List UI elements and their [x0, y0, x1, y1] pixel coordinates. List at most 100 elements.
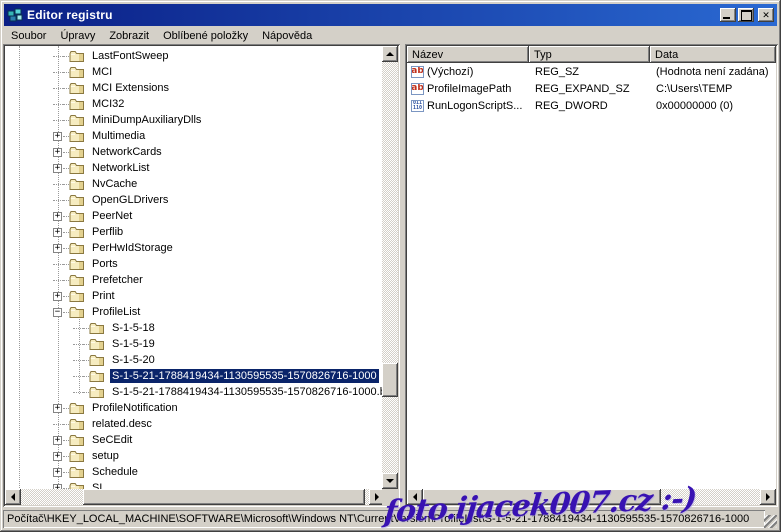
tree-item[interactable]: MiniDumpAuxiliaryDlls — [5, 112, 385, 128]
expand-toggle[interactable]: + — [53, 452, 62, 461]
tree-item-label: S-1-5-20 — [110, 353, 157, 367]
minimize-button[interactable] — [720, 8, 736, 22]
expand-toggle[interactable]: + — [53, 468, 62, 477]
value-type: REG_SZ — [529, 66, 650, 78]
tree-item[interactable]: +Print — [5, 288, 385, 304]
folder-icon — [69, 274, 85, 287]
folder-icon — [69, 210, 85, 223]
tree-item[interactable]: MCI Extensions — [5, 80, 385, 96]
tree-item[interactable]: S-1-5-19 — [5, 336, 385, 352]
expand-toggle[interactable]: + — [53, 148, 62, 157]
tree-item-label: Multimedia — [90, 129, 147, 143]
scroll-up-button[interactable] — [382, 46, 398, 62]
titlebar[interactable]: Editor registru — [4, 4, 777, 26]
folder-icon — [69, 194, 85, 207]
folder-icon — [69, 466, 85, 479]
expand-toggle[interactable]: + — [53, 404, 62, 413]
maximize-button[interactable] — [738, 8, 754, 22]
expand-toggle[interactable]: + — [53, 436, 62, 445]
dword-value-icon: 011110 — [411, 100, 424, 112]
arrow-up-icon — [386, 52, 394, 56]
tree-item[interactable]: + Schedule — [5, 464, 385, 480]
value-row[interactable]: abProfileImagePathREG_EXPAND_SZC:\Users\… — [407, 80, 776, 97]
scroll-right-button[interactable] — [760, 489, 776, 505]
tree-item[interactable]: +ProfileNotification — [5, 400, 385, 416]
expand-toggle[interactable]: + — [53, 132, 62, 141]
collapse-toggle[interactable]: − — [53, 308, 62, 317]
tree: LastFontSweepMCIMCI ExtensionsMCI32MiniD… — [5, 46, 385, 489]
tree-item-label: PeerNet — [90, 209, 134, 223]
scroll-left-button[interactable] — [5, 489, 21, 505]
tree-item[interactable]: S-1-5-21-1788419434-1130595535-157082671… — [5, 368, 385, 384]
tree-item[interactable]: MCI32 — [5, 96, 385, 112]
menu-soubor[interactable]: Soubor — [4, 28, 53, 44]
column-header-nazev[interactable]: Název — [407, 46, 529, 63]
folder-icon — [69, 306, 85, 319]
tree-item-label: ProfileList — [90, 305, 142, 319]
column-header-data[interactable]: Data — [650, 46, 776, 63]
tree-item[interactable]: LastFontSweep — [5, 48, 385, 64]
tree-item[interactable]: Prefetcher — [5, 272, 385, 288]
tree-item[interactable]: + Perflib — [5, 224, 385, 240]
value-data: C:\Users\TEMP — [650, 83, 776, 95]
tree-item-label: Schedule — [90, 465, 140, 479]
value-row[interactable]: 011110RunLogonScriptS...REG_DWORD0x00000… — [407, 97, 776, 114]
tree-item[interactable]: + PerHwIdStorage — [5, 240, 385, 256]
tree-item[interactable]: S-1-5-20 — [5, 352, 385, 368]
menu-zobrazit[interactable]: Zobrazit — [102, 28, 156, 44]
expand-toggle[interactable]: + — [53, 164, 62, 173]
tree-horizontal-scrollbar[interactable] — [5, 489, 385, 505]
tree-item[interactable]: related.desc — [5, 416, 385, 432]
expand-toggle[interactable]: + — [53, 212, 62, 221]
tree-item[interactable]: MCI — [5, 64, 385, 80]
scrollbar-thumb[interactable] — [83, 489, 365, 505]
tree-item[interactable]: − ProfileList — [5, 304, 385, 320]
tree-item-label: NetworkCards — [90, 145, 164, 159]
scrollbar-track[interactable] — [382, 62, 398, 473]
value-name: (Výchozí) — [427, 66, 529, 78]
tree-item[interactable]: +setup — [5, 448, 385, 464]
folder-icon — [69, 434, 85, 447]
tree-item-label: Perflib — [90, 225, 125, 239]
tree-connector — [73, 328, 83, 329]
folder-icon — [89, 322, 105, 335]
tree-item[interactable]: OpenGLDrivers — [5, 192, 385, 208]
menu-upravy[interactable]: Úpravy — [53, 28, 102, 44]
tree-item[interactable]: + Multimedia — [5, 128, 385, 144]
tree-item-label: PerHwIdStorage — [90, 241, 175, 255]
expand-toggle[interactable]: + — [53, 244, 62, 253]
folder-icon — [69, 98, 85, 111]
expand-toggle[interactable]: + — [53, 228, 62, 237]
scroll-left-button[interactable] — [407, 489, 423, 505]
scroll-down-button[interactable] — [382, 473, 398, 489]
values-horizontal-scrollbar[interactable] — [407, 489, 776, 505]
string-value-icon: ab — [411, 83, 424, 95]
close-button[interactable] — [758, 8, 774, 22]
value-row[interactable]: ab(Výchozí)REG_SZ(Hodnota není zadána) — [407, 63, 776, 80]
tree-connector — [73, 392, 83, 393]
tree-item[interactable]: S-1-5-21-1788419434-1130595535-157082671… — [5, 384, 385, 400]
folder-icon — [69, 258, 85, 271]
folder-icon — [89, 354, 105, 367]
tree-item[interactable]: +NetworkList — [5, 160, 385, 176]
tree-item[interactable]: +SeCEdit — [5, 432, 385, 448]
tree-connector — [73, 360, 83, 361]
menu-napoveda[interactable]: Nápověda — [255, 28, 319, 44]
tree-item[interactable]: NvCache — [5, 176, 385, 192]
resize-grip[interactable] — [764, 515, 777, 528]
menu-bar: Soubor Úpravy Zobrazit Oblíbené položky … — [4, 27, 777, 45]
tree-connector — [53, 104, 63, 105]
tree-vertical-scrollbar[interactable] — [382, 46, 398, 489]
tree-item[interactable]: Ports — [5, 256, 385, 272]
column-header-typ[interactable]: Typ — [529, 46, 650, 63]
menu-oblibene-polozky[interactable]: Oblíbené položky — [156, 28, 255, 44]
scrollbar-thumb[interactable] — [382, 363, 398, 397]
value-type: REG_EXPAND_SZ — [529, 83, 650, 95]
tree-item[interactable]: + NetworkCards — [5, 144, 385, 160]
tree-item[interactable]: +SL — [5, 480, 385, 489]
tree-item[interactable]: S-1-5-18 — [5, 320, 385, 336]
registry-values-pane: Název Typ Data ab(Výchozí)REG_SZ(Hodnota… — [405, 44, 778, 507]
tree-item[interactable]: + PeerNet — [5, 208, 385, 224]
expand-toggle[interactable]: + — [53, 292, 62, 301]
scrollbar-thumb[interactable] — [423, 489, 661, 505]
